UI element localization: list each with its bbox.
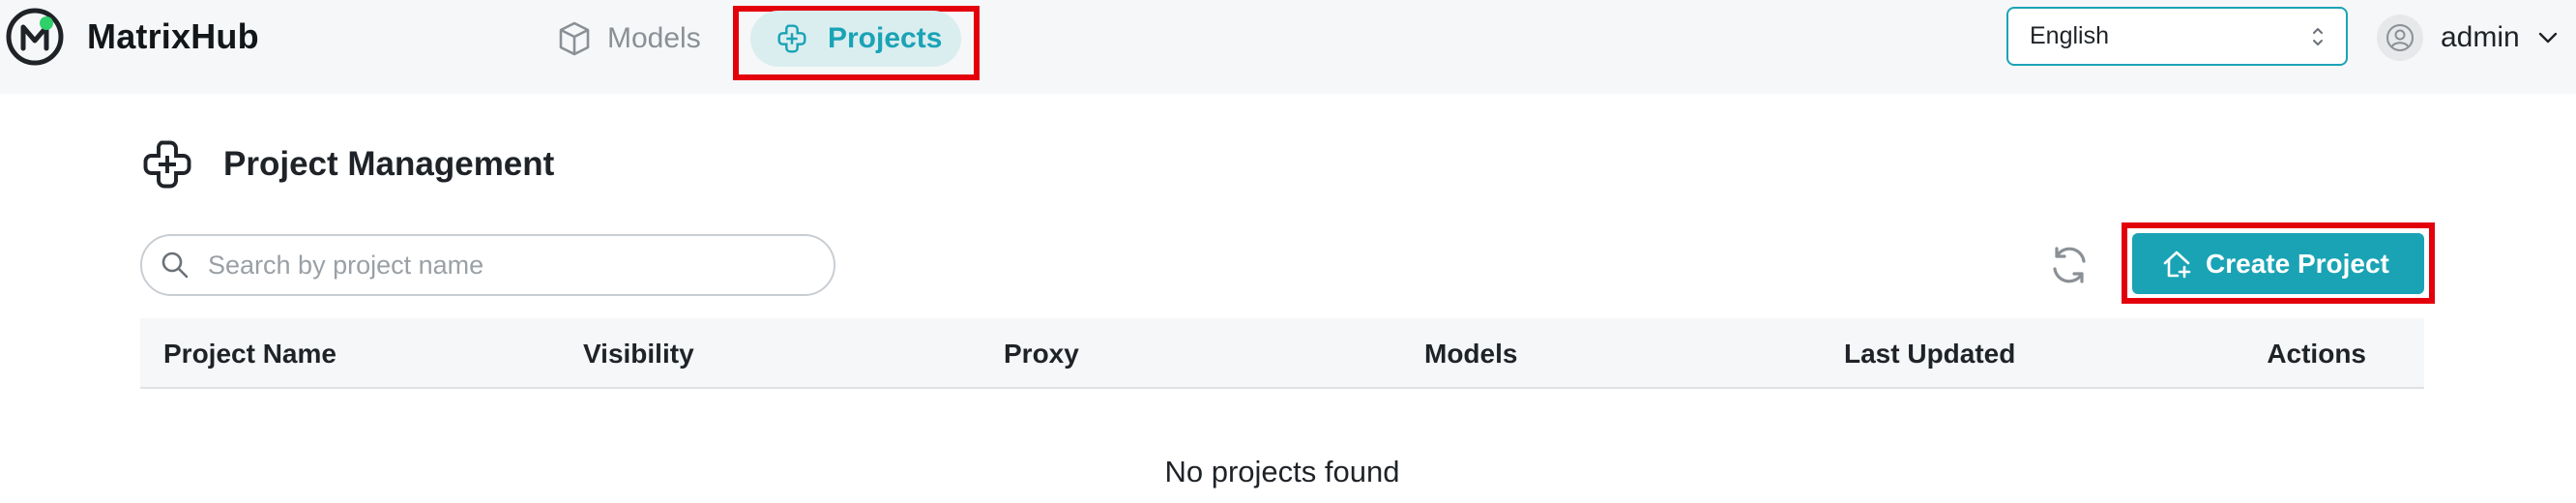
brand[interactable]: MatrixHub (4, 6, 259, 68)
chevron-down-icon (2538, 32, 2557, 44)
column-header-models[interactable]: Models (1424, 339, 1517, 370)
projects-icon (143, 140, 191, 189)
nav-models-label: Models (607, 22, 701, 54)
column-header-last-updated[interactable]: Last Updated (1844, 339, 2015, 370)
language-selected-value: English (2030, 22, 2109, 49)
house-plus-icon (2163, 251, 2191, 278)
user-circle-icon (2386, 24, 2414, 51)
avatar (2377, 15, 2423, 61)
nav-projects-label: Projects (828, 22, 943, 54)
user-menu[interactable]: admin (2377, 12, 2559, 64)
matrixhub-logo-icon (6, 8, 64, 66)
create-project-label: Create Project (2206, 248, 2389, 279)
nav-models[interactable]: Models (555, 14, 701, 64)
empty-state-text: No projects found (1164, 455, 1400, 488)
column-header-project-name[interactable]: Project Name (163, 339, 337, 370)
chevron-up-down-icon (2313, 28, 2323, 45)
app-name: MatrixHub (87, 16, 259, 56)
search-field[interactable] (140, 234, 835, 296)
table-header: Project Name Visibility Proxy Models Las… (140, 318, 2424, 389)
nav-projects[interactable]: Projects (750, 11, 961, 67)
column-header-proxy[interactable]: Proxy (1004, 339, 1079, 370)
refresh-icon (2053, 247, 2086, 283)
language-select[interactable]: English (2006, 7, 2348, 66)
column-header-actions: Actions (2267, 339, 2366, 369)
page-header: Project Management (138, 135, 554, 193)
top-navigation-bar: MatrixHub Models Projects English admin (0, 0, 2576, 94)
column-header-visibility[interactable]: Visibility (583, 339, 694, 370)
search-icon (161, 252, 189, 279)
search-input[interactable] (208, 250, 807, 281)
user-name: admin (2441, 21, 2520, 53)
refresh-button[interactable] (2047, 243, 2092, 287)
create-project-button[interactable]: Create Project (2132, 233, 2424, 294)
projects-icon (777, 24, 806, 53)
page-title: Project Management (223, 145, 555, 183)
cube-icon (559, 21, 590, 56)
